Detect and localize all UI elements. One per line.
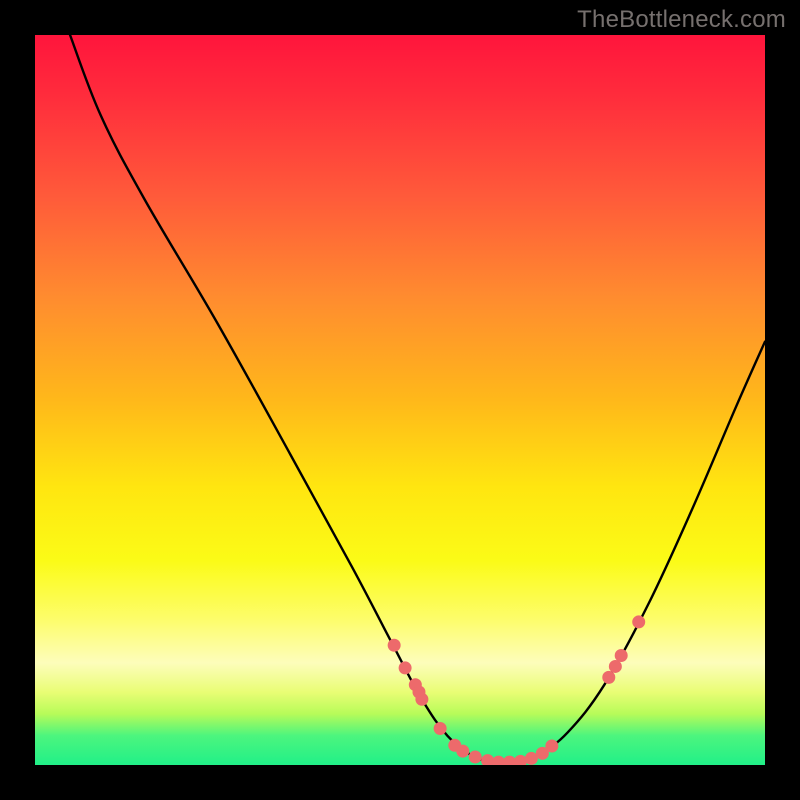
- data-marker: [602, 671, 615, 684]
- data-marker: [492, 756, 505, 765]
- bottleneck-curve: [70, 35, 765, 763]
- plot-area: [35, 35, 765, 765]
- data-marker: [388, 639, 401, 652]
- data-marker: [609, 660, 622, 673]
- data-marker: [481, 754, 494, 765]
- data-marker: [434, 722, 447, 735]
- data-marker: [514, 755, 527, 765]
- data-markers: [388, 615, 646, 765]
- data-marker: [399, 661, 412, 674]
- data-marker: [632, 615, 645, 628]
- data-marker: [456, 745, 469, 758]
- data-marker: [469, 750, 482, 763]
- data-marker: [545, 740, 558, 753]
- data-marker: [615, 649, 628, 662]
- chart-svg: [35, 35, 765, 765]
- attribution-text: TheBottleneck.com: [577, 6, 786, 34]
- chart-container: TheBottleneck.com: [0, 0, 800, 800]
- data-marker: [415, 693, 428, 706]
